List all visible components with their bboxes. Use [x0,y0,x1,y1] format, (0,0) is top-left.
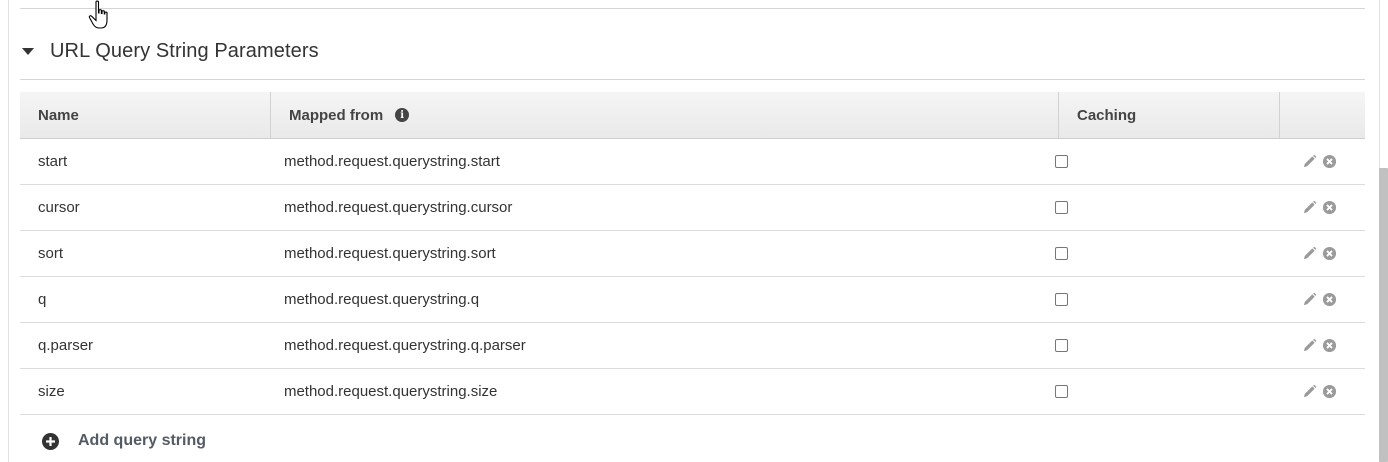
param-name: size [38,383,65,400]
caching-checkbox[interactable] [1055,155,1069,168]
caching-checkbox[interactable] [1055,385,1069,398]
column-header-name: Name [20,92,271,138]
table-row: start method.request.querystring.start [20,139,1365,185]
section-title: URL Query String Parameters [50,39,319,62]
param-name: q.parser [38,337,94,354]
row-actions [1254,246,1365,262]
param-mapped-from: method.request.querystring.size [283,383,498,400]
param-mapped-from: method.request.querystring.q.parser [283,337,526,354]
param-mapped-from: method.request.querystring.cursor [283,199,513,216]
row-actions [1254,200,1365,216]
param-name: cursor [38,199,80,216]
row-actions [1254,292,1365,308]
pencil-icon[interactable] [1301,154,1317,170]
close-circle-icon[interactable] [1321,246,1337,262]
plus-circle-icon [42,432,59,450]
close-circle-icon[interactable] [1321,292,1337,308]
column-header-mapped-from: Mapped from i [271,92,1059,138]
add-query-string-button[interactable]: Add query string [42,432,206,450]
caching-checkbox[interactable] [1055,339,1069,352]
row-actions [1254,338,1365,354]
param-mapped-from: method.request.querystring.q [283,291,480,308]
column-header-caching: Caching [1059,92,1280,138]
param-name: sort [38,245,64,262]
caret-down-icon[interactable] [22,47,34,55]
param-mapped-from: method.request.querystring.sort [283,245,496,262]
info-icon[interactable]: i [395,108,410,122]
caching-cell [1037,155,1254,168]
page: URL Query String Parameters Name Mapped … [0,0,1388,462]
row-actions [1254,154,1365,170]
caching-cell [1037,339,1254,352]
table-header: Name Mapped from i Caching [20,92,1365,139]
caching-cell [1037,247,1254,260]
column-header-actions [1280,92,1365,138]
hand-pointer-icon [88,0,108,29]
scrollbar[interactable] [1379,168,1388,462]
pencil-icon[interactable] [1301,200,1317,216]
close-circle-icon[interactable] [1321,338,1337,354]
param-name: q [38,291,47,308]
close-circle-icon[interactable] [1321,384,1337,400]
close-circle-icon[interactable] [1321,200,1337,216]
table-row: size method.request.querystring.size [20,369,1365,415]
caching-cell [1037,293,1254,306]
table-row: cursor method.request.querystring.cursor [20,185,1365,231]
pencil-icon[interactable] [1301,246,1317,262]
divider [20,8,1365,9]
row-actions [1254,384,1365,400]
pencil-icon[interactable] [1301,292,1317,308]
table-row: q.parser method.request.querystring.q.pa… [20,323,1365,369]
close-circle-icon[interactable] [1321,154,1337,170]
column-header-label: Caching [1077,106,1137,124]
caching-checkbox[interactable] [1055,247,1069,260]
pencil-icon[interactable] [1301,384,1317,400]
table-row: sort method.request.querystring.sort [20,231,1365,277]
pencil-icon[interactable] [1301,338,1317,354]
caching-cell [1037,201,1254,214]
divider [20,79,1365,80]
section-header[interactable]: URL Query String Parameters [20,32,319,70]
caching-checkbox[interactable] [1055,201,1069,214]
param-name: start [38,153,68,170]
caching-checkbox[interactable] [1055,293,1069,306]
param-mapped-from: method.request.querystring.start [283,153,500,170]
caching-cell [1037,385,1254,398]
column-header-label: Mapped from [289,106,384,124]
column-header-label: Name [38,106,79,124]
add-query-string-label: Add query string [78,432,207,449]
table-row: q method.request.querystring.q [20,277,1365,323]
query-string-table: Name Mapped from i Caching start method.… [20,92,1365,415]
